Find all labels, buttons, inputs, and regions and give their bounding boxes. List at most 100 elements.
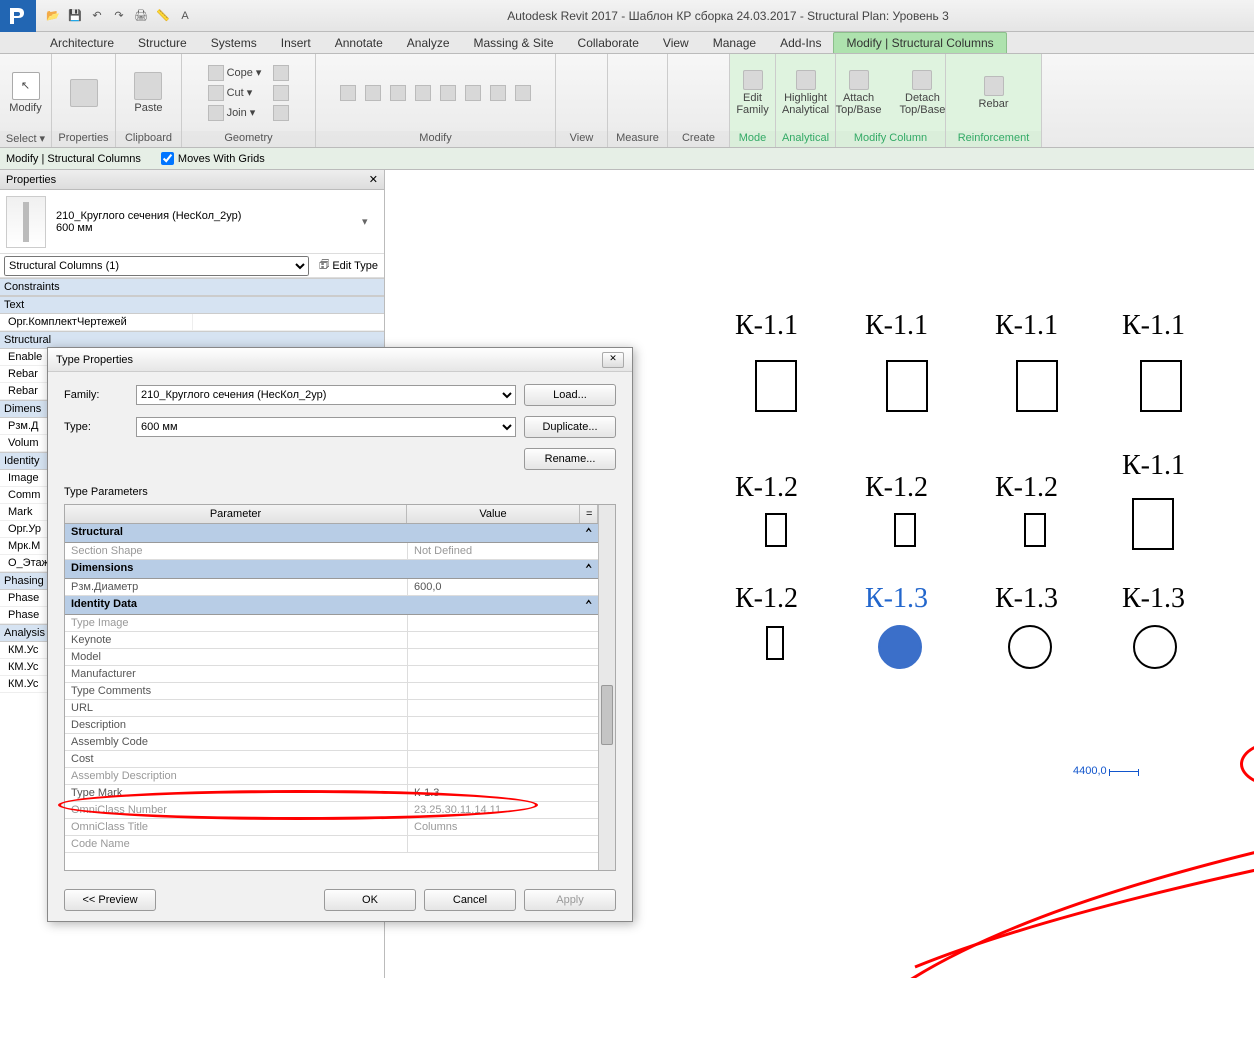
column-rect[interactable] [894, 513, 916, 547]
column-rect[interactable] [1016, 360, 1058, 412]
type-select[interactable]: 600 мм [136, 417, 516, 437]
edit-type-button[interactable]: 🗊 Edit Type [313, 256, 384, 275]
load-button[interactable]: Load... [524, 384, 616, 406]
tab-insert[interactable]: Insert [269, 33, 323, 53]
modify-tool-icon[interactable] [487, 84, 509, 102]
column-rect[interactable] [765, 513, 787, 547]
tab-systems[interactable]: Systems [199, 33, 269, 53]
column-tag[interactable]: К-1.2 [995, 472, 1058, 504]
close-icon[interactable]: ✕ [369, 173, 378, 186]
scrollbar-thumb[interactable] [601, 685, 613, 745]
apply-button[interactable]: Apply [524, 889, 616, 911]
temp-dimension-horizontal[interactable]: 4400,0 [1073, 765, 1139, 777]
moves-with-grids-checkbox[interactable]: Moves With Grids [161, 152, 265, 165]
column-circle[interactable] [878, 625, 922, 669]
param-row[interactable]: Cost [65, 751, 598, 768]
chevron-down-icon[interactable]: ▾ [362, 215, 378, 228]
ok-button[interactable]: OK [324, 889, 416, 911]
column-tag[interactable]: К-1.2 [735, 583, 798, 615]
tab-analyze[interactable]: Analyze [395, 33, 462, 53]
properties-button[interactable] [64, 77, 104, 109]
paste-button[interactable]: Paste [128, 70, 168, 116]
tab-structure[interactable]: Structure [126, 33, 199, 53]
modify-tool[interactable]: ↖Modify [3, 70, 47, 116]
column-tag[interactable]: К-1.1 [1122, 450, 1185, 482]
detach-button[interactable]: Detach Top/Base [894, 68, 952, 118]
cut-button[interactable]: Cut ▾ [205, 84, 265, 102]
param-row[interactable]: Section ShapeNot Defined [65, 543, 598, 560]
undo-icon[interactable]: ↶ [88, 7, 106, 25]
edit-family-button[interactable]: Edit Family [730, 68, 774, 118]
param-row[interactable]: Keynote [65, 632, 598, 649]
tab-collaborate[interactable]: Collaborate [566, 33, 651, 53]
column-rect[interactable] [886, 360, 928, 412]
cancel-button[interactable]: Cancel [424, 889, 516, 911]
param-group-header[interactable]: Structural⌃ [65, 524, 598, 543]
tab-manage[interactable]: Manage [701, 33, 768, 53]
param-row[interactable]: Assembly Description [65, 768, 598, 785]
column-tag[interactable]: К-1.1 [995, 310, 1058, 342]
param-row[interactable]: OmniClass Number23.25.30.11.14.11 [65, 802, 598, 819]
param-group-header[interactable]: Dimensions⌃ [65, 560, 598, 579]
param-row[interactable]: URL [65, 700, 598, 717]
column-rect[interactable] [1140, 360, 1182, 412]
column-rect[interactable] [766, 626, 784, 660]
rename-button[interactable]: Rename... [524, 448, 616, 470]
modify-tool-icon[interactable] [512, 84, 534, 102]
preview-button[interactable]: << Preview [64, 889, 156, 911]
save-icon[interactable]: 💾 [66, 7, 84, 25]
param-row[interactable]: OmniClass TitleColumns [65, 819, 598, 836]
param-group-header[interactable]: Identity Data⌃ [65, 596, 598, 615]
tab-modify-structural-columns[interactable]: Modify | Structural Columns [833, 32, 1006, 53]
param-row[interactable]: Type Comments [65, 683, 598, 700]
modify-tool-icon[interactable] [337, 84, 359, 102]
column-tag[interactable]: К-1.1 [1122, 310, 1185, 342]
column-rect[interactable] [1024, 513, 1046, 547]
column-tag[interactable]: К-1.2 [735, 472, 798, 504]
modify-tool-icon[interactable] [387, 84, 409, 102]
param-row[interactable]: Type Image [65, 615, 598, 632]
print-icon[interactable]: 🖨 [132, 7, 150, 25]
type-selector[interactable]: 210_Круглого сечения (НесКол_2ур) 600 мм… [0, 190, 384, 254]
property-row[interactable]: Орг.КомплектЧертежей [0, 314, 384, 331]
param-row[interactable]: Assembly Code [65, 734, 598, 751]
column-circle[interactable] [1133, 625, 1177, 669]
duplicate-button[interactable]: Duplicate... [524, 416, 616, 438]
param-row[interactable]: Code Name [65, 836, 598, 853]
dialog-close-button[interactable]: ✕ [602, 352, 624, 368]
tab-addins[interactable]: Add-Ins [768, 33, 833, 53]
column-tag[interactable]: К-1.1 [735, 310, 798, 342]
modify-tool-icon[interactable] [362, 84, 384, 102]
redo-icon[interactable]: ↷ [110, 7, 128, 25]
param-row[interactable]: Manufacturer [65, 666, 598, 683]
geom-tool-2[interactable] [270, 84, 292, 102]
param-row[interactable]: Description [65, 717, 598, 734]
geom-tool-3[interactable] [270, 104, 292, 122]
column-tag[interactable]: К-1.3 [995, 583, 1058, 615]
family-select[interactable]: 210_Круглого сечения (НесКол_2ур) [136, 385, 516, 405]
tab-annotate[interactable]: Annotate [323, 33, 395, 53]
column-rect[interactable] [755, 360, 797, 412]
text-icon[interactable]: A [176, 7, 194, 25]
column-tag[interactable]: К-1.2 [865, 472, 928, 504]
attach-button[interactable]: Attach Top/Base [830, 68, 888, 118]
column-tag[interactable]: К-1.3 [865, 583, 928, 615]
type-parameters-grid[interactable]: Parameter Value = Structural⌃Section Sha… [65, 505, 598, 870]
tab-view[interactable]: View [651, 33, 701, 53]
param-row[interactable]: Model [65, 649, 598, 666]
scrollbar[interactable] [598, 505, 615, 870]
column-rect[interactable] [1132, 498, 1174, 550]
app-menu-button[interactable] [0, 0, 36, 32]
highlight-analytical-button[interactable]: Highlight Analytical [776, 68, 835, 118]
property-group[interactable]: Text [0, 296, 384, 314]
properties-filter-select[interactable]: Structural Columns (1) [4, 256, 309, 276]
modify-tool-icon[interactable] [412, 84, 434, 102]
modify-tool-icon[interactable] [437, 84, 459, 102]
modify-tool-icon[interactable] [462, 84, 484, 102]
column-tag[interactable]: К-1.3 [1122, 583, 1185, 615]
rebar-button[interactable]: Rebar [973, 74, 1015, 112]
cope-button[interactable]: Cope ▾ [205, 64, 265, 82]
open-icon[interactable]: 📂 [44, 7, 62, 25]
join-button[interactable]: Join ▾ [205, 104, 265, 122]
property-group[interactable]: Constraints [0, 278, 384, 296]
